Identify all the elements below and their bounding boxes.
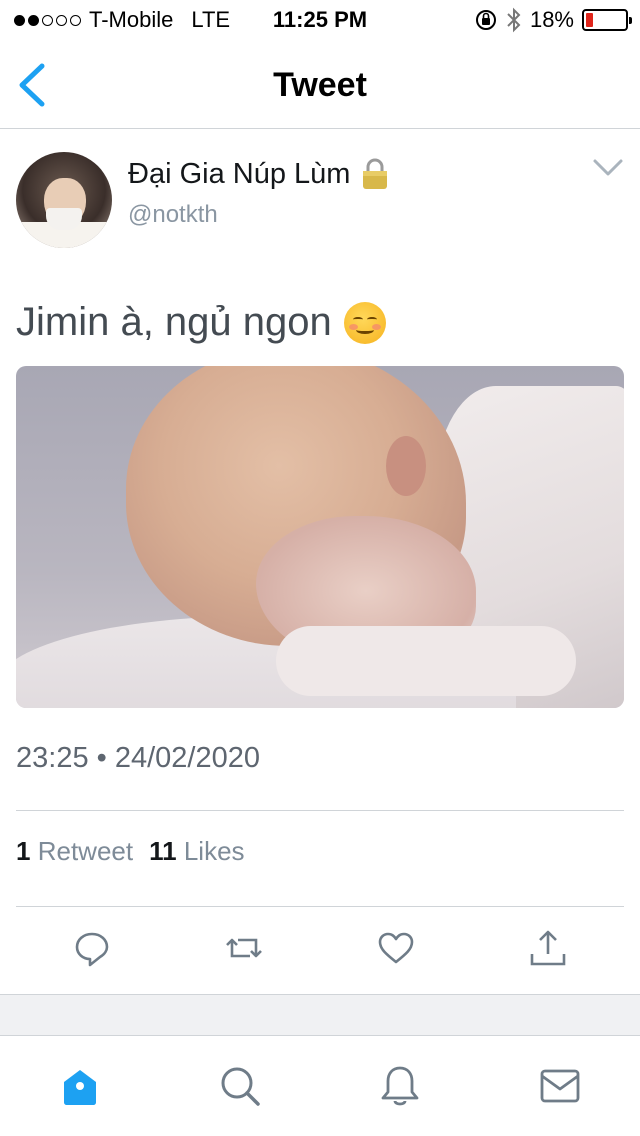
tweet-timestamp: 23:25 • 24/02/2020 <box>16 742 260 774</box>
divider <box>16 810 624 811</box>
notifications-icon[interactable] <box>378 1064 422 1108</box>
messages-icon[interactable] <box>538 1064 582 1108</box>
nav-bar: Tweet <box>0 40 640 129</box>
avatar[interactable] <box>16 152 112 248</box>
like-label: Likes <box>183 836 245 866</box>
battery-icon <box>582 9 632 31</box>
tab-bar <box>0 1036 640 1136</box>
like-count-link[interactable]: 11 Likes <box>149 836 244 867</box>
divider <box>16 906 624 907</box>
share-icon[interactable] <box>528 928 568 968</box>
battery-percent: 18% <box>529 7 574 32</box>
chevron-down-icon[interactable] <box>592 157 624 179</box>
page-title: Tweet <box>273 66 367 104</box>
reply-icon[interactable] <box>72 928 112 968</box>
tweet-actions <box>0 928 640 972</box>
tweet-text: Jimin à, ngủ ngon <box>16 300 386 345</box>
like-count: 11 <box>149 836 177 866</box>
section-separator <box>0 994 640 1036</box>
rotation-lock-icon <box>475 10 496 30</box>
engagement-counts: 1 Retweet 11 Likes <box>16 836 245 867</box>
bluetooth-icon <box>507 7 521 33</box>
search-icon[interactable] <box>218 1064 262 1108</box>
author-display-name[interactable]: Đại Gia Núp Lùm <box>128 158 350 191</box>
retweet-icon[interactable] <box>224 928 264 968</box>
home-icon[interactable] <box>58 1064 102 1108</box>
tweet-image[interactable] <box>16 366 624 708</box>
like-icon[interactable] <box>376 928 416 968</box>
author-row: Đại Gia Núp Lùm <box>128 157 390 191</box>
retweet-count: 1 <box>16 836 31 866</box>
status-bar: T-Mobile LTE 11:25 PM 18% <box>0 0 640 40</box>
lock-icon <box>363 158 388 189</box>
status-bar-right: 18% <box>474 7 632 33</box>
author-handle[interactable]: @notkth <box>128 201 218 229</box>
retweet-count-link[interactable]: 1 Retweet <box>16 836 133 867</box>
battery-level <box>586 13 593 27</box>
smiling-face-icon <box>343 301 386 344</box>
tweet-header: Đại Gia Núp Lùm @notkth <box>0 129 640 259</box>
retweet-label: Retweet <box>37 836 134 866</box>
tweet-body: Jimin à, ngủ ngon <box>16 300 332 344</box>
